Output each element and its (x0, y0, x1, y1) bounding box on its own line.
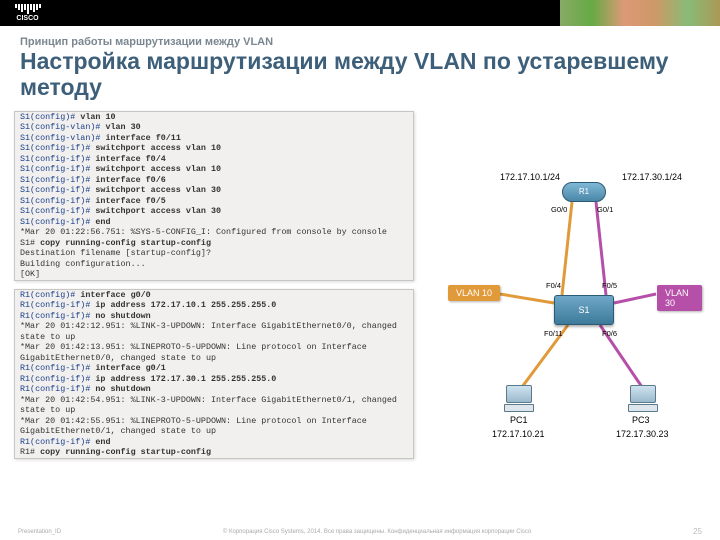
terminal-line: S1(config-if)# switchport access vlan 30 (15, 206, 413, 217)
page-title: Настройка маршрутизации между VLAN по ус… (20, 48, 700, 101)
port-f05: F0/5 (602, 281, 617, 290)
terminal-line: S1(config-if)# interface f0/6 (15, 175, 413, 186)
terminal-line: S1(config-if)# switchport access vlan 10 (15, 143, 413, 154)
network-diagram: 172.17.10.1/24 172.17.30.1/24 R1 G0/0 G0… (442, 177, 702, 457)
terminal-line: R1(config)# interface g0/0 (15, 290, 413, 301)
router-config-terminal: R1(config)# interface g0/0R1(config-if)#… (14, 289, 414, 459)
terminal-line: Destination filename [startup-config]? (15, 248, 413, 259)
logo-bars-icon (15, 4, 41, 14)
cisco-logo: CISCO (0, 0, 55, 26)
switch-label: S1 (578, 305, 589, 315)
switch-config-terminal: S1(config)# vlan 10S1(config-vlan)# vlan… (14, 111, 414, 281)
terminal-line: [OK] (15, 269, 413, 280)
router-ip-right: 172.17.30.1/24 (622, 172, 682, 182)
terminal-line: *Mar 20 01:42:12.951: %LINK-3-UPDOWN: In… (15, 321, 413, 342)
port-g00: G0/0 (551, 205, 567, 214)
terminal-line: *Mar 20 01:22:56.751: %SYS-5-CONFIG_I: C… (15, 227, 413, 238)
pc3-ip: 172.17.30.23 (616, 429, 669, 439)
terminals: S1(config)# vlan 10S1(config-vlan)# vlan… (14, 111, 414, 459)
port-f011: F0/11 (544, 329, 563, 338)
pc1-icon (504, 385, 534, 413)
router-icon: R1 (562, 182, 606, 202)
vlan30-badge: VLAN 30 (657, 285, 702, 311)
pc1-label: PC1 (510, 415, 528, 425)
footer: Presentation_ID © Корпорация Cisco Syste… (0, 527, 720, 536)
terminal-line: S1(config)# vlan 10 (15, 112, 413, 123)
pc3-icon (628, 385, 658, 413)
heading-area: Принцип работы маршрутизации между VLAN … (0, 26, 720, 107)
vlan10-badge: VLAN 10 (448, 285, 500, 301)
port-g01: G0/1 (597, 205, 613, 214)
terminal-line: Building configuration... (15, 259, 413, 270)
page-number: 25 (693, 527, 702, 536)
terminal-line: S1(config-if)# switchport access vlan 30 (15, 185, 413, 196)
terminal-line: S1(config-if)# switchport access vlan 10 (15, 164, 413, 175)
port-f06: F0/6 (602, 329, 617, 338)
router-ip-left: 172.17.10.1/24 (500, 172, 560, 182)
header-banner-image (560, 0, 720, 26)
terminal-line: S1(config-if)# interface f0/5 (15, 196, 413, 207)
port-f04: F0/4 (546, 281, 561, 290)
terminal-line: *Mar 20 01:42:13.951: %LINEPROTO-5-UPDOW… (15, 342, 413, 363)
pc1-ip: 172.17.10.21 (492, 429, 545, 439)
footer-right: © Корпорация Cisco Systems, 2014. Все пр… (223, 529, 531, 535)
terminal-line: R1(config-if)# interface g0/1 (15, 363, 413, 374)
terminal-line: R1(config-if)# no shutdown (15, 311, 413, 322)
terminal-line: S1(config-if)# end (15, 217, 413, 228)
terminal-line: *Mar 20 01:42:55.951: %LINEPROTO-5-UPDOW… (15, 416, 413, 437)
terminal-line: *Mar 20 01:42:54.951: %LINK-3-UPDOWN: In… (15, 395, 413, 416)
terminal-line: R1(config-if)# no shutdown (15, 384, 413, 395)
logo-text: CISCO (16, 15, 38, 22)
header-band: CISCO (0, 0, 720, 26)
terminal-line: S1# copy running-config startup-config (15, 238, 413, 249)
terminal-line: R1(config-if)# end (15, 437, 413, 448)
terminal-line: R1(config-if)# ip address 172.17.30.1 25… (15, 374, 413, 385)
footer-left: Presentation_ID (18, 529, 61, 535)
terminal-line: S1(config-vlan)# interface f0/11 (15, 133, 413, 144)
router-label: R1 (579, 187, 589, 196)
terminal-line: R1(config-if)# ip address 172.17.10.1 25… (15, 300, 413, 311)
terminal-line: S1(config-if)# interface f0/4 (15, 154, 413, 165)
switch-icon: S1 (554, 295, 614, 325)
terminal-line: R1# copy running-config startup-config (15, 447, 413, 458)
kicker-text: Принцип работы маршрутизации между VLAN (20, 36, 700, 48)
pc3-label: PC3 (632, 415, 650, 425)
terminal-line: S1(config-vlan)# vlan 30 (15, 122, 413, 133)
